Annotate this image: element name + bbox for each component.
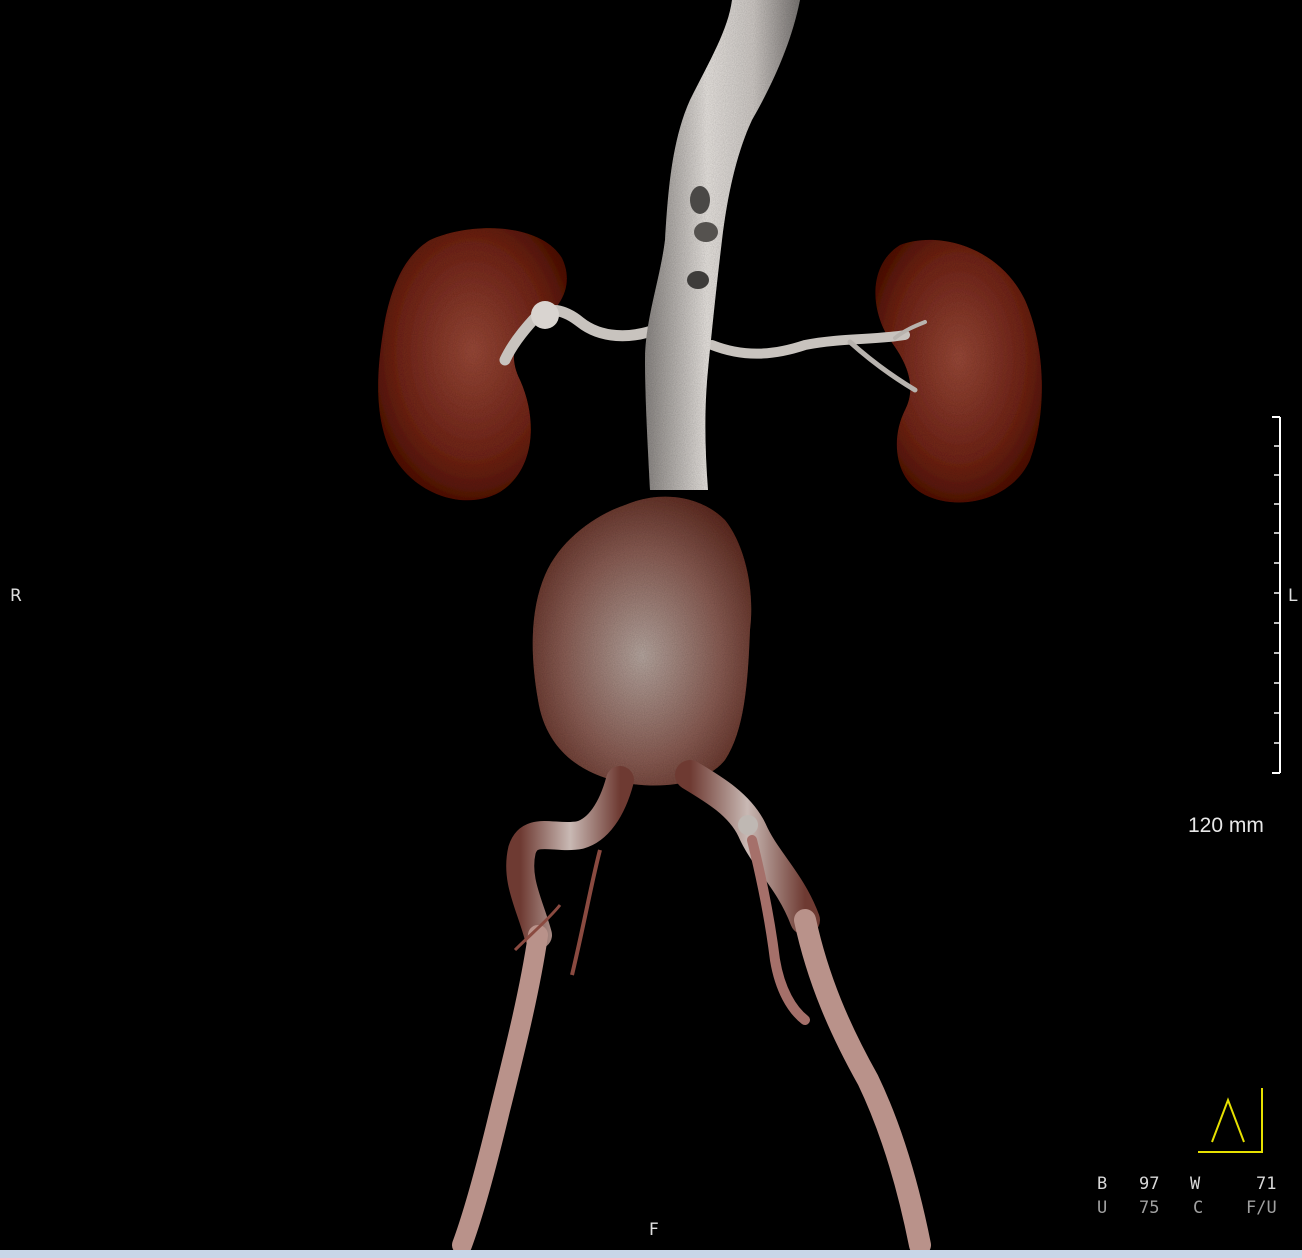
orientation-marker-icon[interactable] bbox=[1196, 1086, 1266, 1156]
right-renal-artery bbox=[499, 304, 666, 366]
left-renal-artery bbox=[707, 330, 910, 359]
left-external-iliac bbox=[794, 909, 931, 1250]
left-common-iliac bbox=[675, 760, 820, 935]
orientation-foot-label: F bbox=[649, 1220, 659, 1240]
readout-row2-b: 75 bbox=[1139, 1198, 1160, 1218]
3d-render-viewport[interactable]: R L F 120 mm B 97 W 71 U 75 C F/U bbox=[0, 0, 1302, 1250]
right-renal-branch-node bbox=[531, 301, 559, 329]
viewer-bottom-border bbox=[0, 1250, 1302, 1258]
right-kidney bbox=[378, 228, 567, 501]
readout-b-value: 97 bbox=[1139, 1174, 1160, 1194]
right-common-iliac bbox=[506, 766, 634, 949]
orientation-right-label: R bbox=[10, 586, 22, 606]
scale-ruler bbox=[1272, 416, 1281, 774]
readout-w-value: 71 bbox=[1256, 1174, 1277, 1194]
readout-w-label: W bbox=[1190, 1174, 1201, 1194]
readout-row2-a: U bbox=[1097, 1198, 1108, 1218]
right-external-iliac bbox=[452, 925, 548, 1250]
scale-label: 120 mm bbox=[1188, 814, 1264, 837]
orientation-left-label: L bbox=[1288, 586, 1298, 606]
left-kidney bbox=[875, 239, 1042, 503]
volume-render-image bbox=[378, 0, 1042, 1250]
aortic-aneurysm bbox=[532, 496, 752, 786]
readout-row2-c: C bbox=[1193, 1198, 1204, 1218]
abdominal-aorta bbox=[645, 0, 800, 490]
readout-row2-d: F/U bbox=[1246, 1198, 1277, 1218]
readout-b-label: B bbox=[1097, 1174, 1108, 1194]
